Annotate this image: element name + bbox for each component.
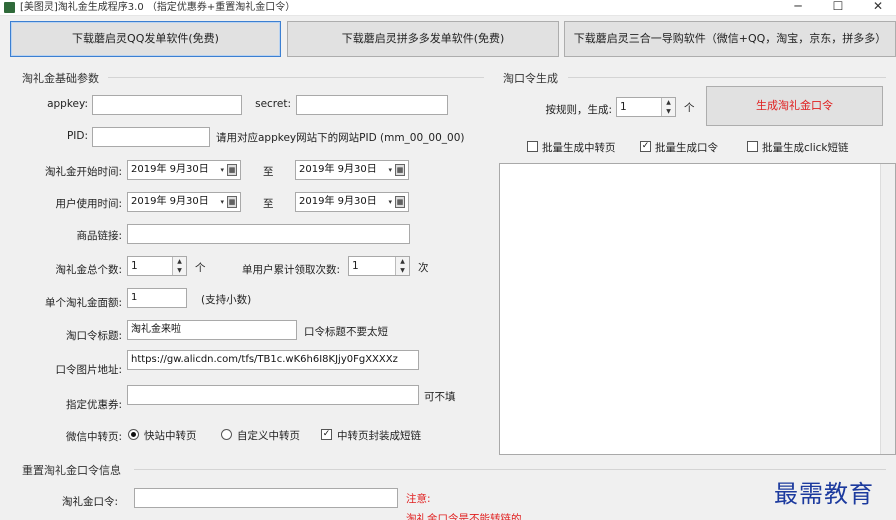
output-scrollbar[interactable] — [880, 164, 895, 454]
use-to-date[interactable]: 2019年 9月30日 ▦ ▾ — [295, 192, 409, 212]
watermark-text: 最需教育 — [774, 480, 874, 508]
spinner-arrows-icon[interactable]: ▲ ▼ — [395, 257, 409, 275]
start-time-label: 淘礼金开始时间: — [44, 166, 122, 178]
total-count-label: 淘礼金总个数: — [55, 264, 122, 276]
radio-fast-transfer-label[interactable]: 快站中转页 — [144, 428, 197, 443]
minimize-button[interactable]: ─ — [786, 0, 810, 15]
use-from-date[interactable]: 2019年 9月30日 ▦ ▾ — [127, 192, 241, 212]
radio-fast-transfer[interactable] — [128, 429, 139, 440]
shortlink-checkbox-label[interactable]: 中转页封装成短链 — [337, 428, 421, 443]
pid-hint: 请用对应appkey网站下的网站PID (mm_00_00_00) — [216, 132, 465, 144]
token-title-input[interactable]: 淘礼金来啦 — [127, 320, 297, 340]
maximize-button[interactable]: ☐ — [826, 0, 850, 15]
radio-custom-transfer-label[interactable]: 自定义中转页 — [237, 428, 300, 443]
reset-section-divider — [134, 469, 886, 470]
download-pdd-button[interactable]: 下载蘑启灵拼多多发单软件(免费) — [287, 21, 559, 57]
window-title: [美图灵]淘礼金生成程序3.0 （指定优惠券+重置淘礼金口令） — [20, 2, 296, 13]
start-to-date[interactable]: 2019年 9月30日 ▦ ▾ — [295, 160, 409, 180]
calendar-icon: ▦ — [227, 164, 237, 176]
pid-label: PID: — [66, 130, 88, 142]
batch-token-label[interactable]: 批量生成口令 — [655, 140, 718, 155]
basic-section-title: 淘礼金基础参数 — [22, 72, 99, 85]
amount-hint: (支持小数) — [201, 294, 252, 306]
dropdown-caret-icon: ▾ — [388, 198, 392, 206]
batch-click-label[interactable]: 批量生成click短链 — [762, 140, 848, 155]
product-link-label: 商品链接: — [76, 230, 122, 242]
use-to-text: 至 — [263, 198, 274, 210]
image-url-label: 口令图片地址: — [55, 364, 122, 376]
token-title-label: 淘口令标题: — [65, 330, 122, 342]
batch-transfer-label[interactable]: 批量生成中转页 — [542, 140, 616, 155]
calendar-icon: ▦ — [395, 196, 405, 208]
start-to-value: 2019年 9月30日 — [299, 164, 377, 175]
gen-section-title: 淘口令生成 — [503, 72, 558, 85]
basic-section-divider — [108, 77, 484, 78]
appkey-label: appkey: — [47, 98, 88, 110]
secret-input[interactable] — [296, 95, 448, 115]
product-link-input[interactable] — [127, 224, 410, 244]
pid-input[interactable] — [92, 127, 210, 147]
rule-count-unit: 个 — [684, 102, 695, 114]
rule-label: 按规则，生成: — [545, 104, 612, 116]
amount-input[interactable]: 1 — [127, 288, 187, 308]
batch-click-checkbox[interactable] — [747, 141, 758, 152]
use-to-value: 2019年 9月30日 — [299, 196, 377, 207]
dropdown-caret-icon: ▾ — [220, 166, 224, 174]
close-button[interactable]: ✕ — [866, 0, 890, 15]
download-three-in-one-button[interactable]: 下载蘑启灵三合一导购软件（微信+QQ，淘宝，京东，拼多多） — [564, 21, 896, 57]
start-to-text: 至 — [263, 166, 274, 178]
notice-title: 注意: — [406, 493, 431, 505]
use-time-label: 用户使用时间: — [55, 198, 122, 210]
download-qq-button[interactable]: 下载蘑启灵QQ发单软件(免费) — [10, 21, 281, 57]
dropdown-caret-icon: ▾ — [220, 198, 224, 206]
start-from-date[interactable]: 2019年 9月30日 ▦ ▾ — [127, 160, 241, 180]
token-title-hint: 口令标题不要太短 — [304, 326, 388, 338]
per-user-unit: 次 — [418, 262, 429, 274]
gen-section-divider — [568, 77, 886, 78]
use-from-value: 2019年 9月30日 — [131, 196, 209, 207]
total-count-value: 1 — [131, 260, 138, 272]
per-user-label: 单用户累计领取次数: — [241, 264, 340, 276]
rule-count-spinner[interactable]: 1 ▲ ▼ — [616, 97, 676, 117]
spinner-arrows-icon[interactable]: ▲ ▼ — [172, 257, 186, 275]
appkey-input[interactable] — [92, 95, 242, 115]
reset-token-label: 淘礼金口令: — [61, 496, 118, 508]
output-textarea[interactable] — [499, 163, 896, 455]
total-count-spinner[interactable]: 1 ▲ ▼ — [127, 256, 187, 276]
wechat-transfer-label: 微信中转页: — [65, 431, 122, 443]
reset-section-title: 重置淘礼金口令信息 — [22, 464, 121, 477]
image-url-input[interactable]: https://gw.alicdn.com/tfs/TB1c.wK6h6I8KJ… — [127, 350, 419, 370]
radio-custom-transfer[interactable] — [221, 429, 232, 440]
generate-token-button[interactable]: 生成淘礼金口令 — [706, 86, 883, 126]
dropdown-caret-icon: ▾ — [388, 166, 392, 174]
coupon-hint: 可不填 — [424, 391, 456, 403]
per-user-spinner[interactable]: 1 ▲ ▼ — [348, 256, 410, 276]
rule-count-value: 1 — [620, 101, 627, 113]
shortlink-checkbox[interactable]: ✓ — [321, 429, 332, 440]
total-count-unit: 个 — [195, 262, 206, 274]
batch-transfer-checkbox[interactable] — [527, 141, 538, 152]
coupon-input[interactable] — [127, 385, 419, 405]
amount-label: 单个淘礼金面额: — [44, 297, 122, 309]
batch-token-checkbox[interactable]: ✓ — [640, 141, 651, 152]
secret-label: secret: — [255, 98, 291, 110]
calendar-icon: ▦ — [227, 196, 237, 208]
app-icon — [4, 2, 15, 13]
spinner-arrows-icon[interactable]: ▲ ▼ — [661, 98, 675, 116]
per-user-value: 1 — [352, 260, 359, 272]
calendar-icon: ▦ — [395, 164, 405, 176]
start-from-value: 2019年 9月30日 — [131, 164, 209, 175]
notice-text: 淘礼金口令是不能转链的 — [406, 513, 522, 520]
coupon-label: 指定优惠券: — [65, 399, 122, 411]
reset-token-input[interactable] — [134, 488, 398, 508]
